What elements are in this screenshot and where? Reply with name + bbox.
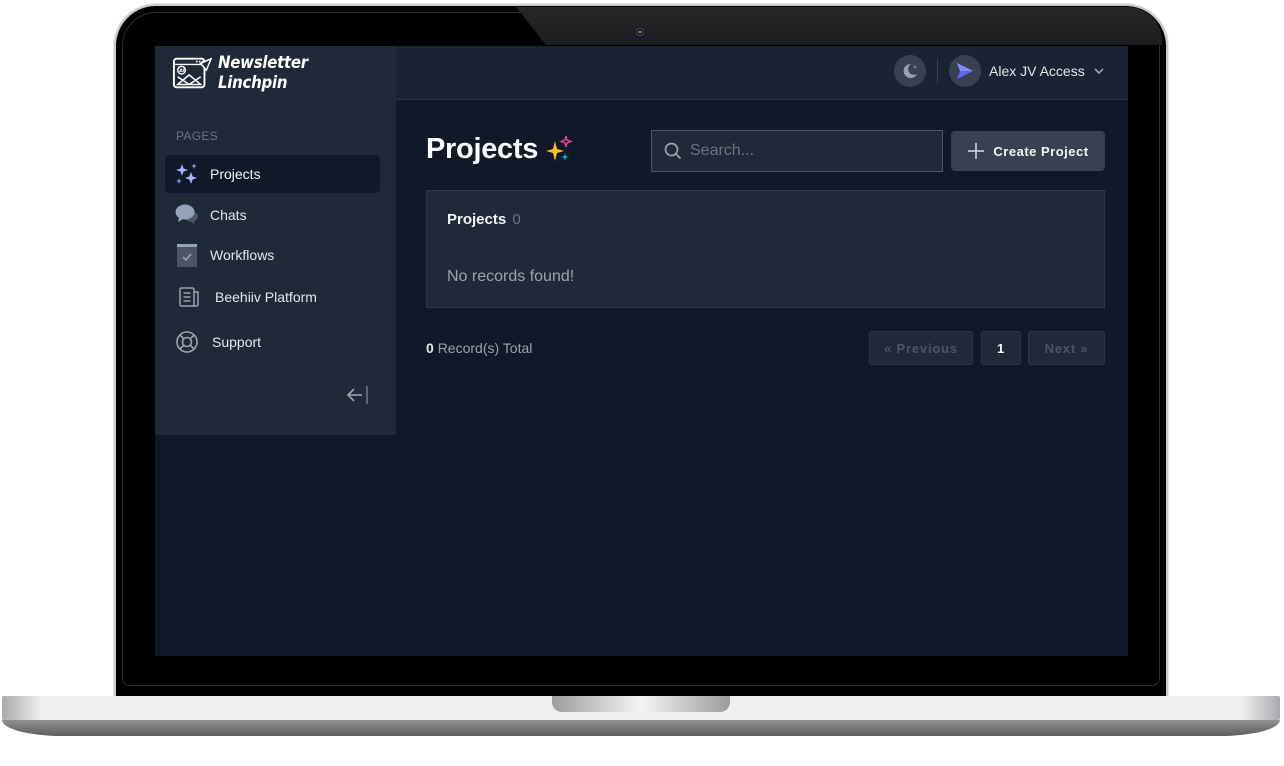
records-count: 0 <box>426 340 434 356</box>
theme-toggle-button[interactable] <box>894 55 926 87</box>
previous-page-button[interactable]: « Previous <box>869 331 973 365</box>
user-name: Alex JV Access <box>989 63 1085 79</box>
camera-icon <box>636 28 644 36</box>
records-total: 0 Record(s) Total <box>426 340 532 356</box>
sidebar-item-label: Beehiiv Platform <box>215 288 317 305</box>
svg-text:AI: AI <box>179 68 185 74</box>
sidebar: AI Newsletter Linchpin PAGES Projects Ch… <box>155 46 396 435</box>
brand[interactable]: AI Newsletter Linchpin <box>155 46 396 100</box>
pages-section-label: PAGES <box>176 129 218 143</box>
sidebar-item-label: Support <box>212 333 262 350</box>
sidebar-item-label: Chats <box>210 206 247 223</box>
records-label: Record(s) Total <box>437 340 533 356</box>
chevron-down-icon <box>1094 68 1104 75</box>
avatar <box>949 55 981 87</box>
next-page-button[interactable]: Next » <box>1028 331 1105 365</box>
plus-icon <box>968 143 985 159</box>
sidebar-item-label: Projects <box>210 166 261 182</box>
sidebar-item-projects[interactable]: Projects <box>165 155 380 193</box>
sidebar-item-support[interactable]: Support <box>165 322 380 362</box>
projects-count: 0 <box>512 211 521 228</box>
sidebar-item-label: Workflows <box>210 247 275 263</box>
laptop-notch <box>552 696 730 712</box>
sidebar-item-beehiiv-platform[interactable]: Beehiiv Platform <box>165 277 380 317</box>
newsletter-logo-icon: AI <box>172 57 213 89</box>
laptop-base-bottom <box>2 720 1280 736</box>
projects-card-title: Projects 0 <box>447 211 521 228</box>
page-title-text: Projects <box>426 133 539 165</box>
clipboard-check-icon <box>175 243 199 267</box>
page-1-button[interactable]: 1 <box>981 331 1021 365</box>
brand-name: Newsletter Linchpin <box>218 53 308 93</box>
paper-plane-icon <box>957 63 973 79</box>
bezel-glare <box>516 7 1162 45</box>
topbar-divider <box>937 59 938 83</box>
sparkles-icon <box>546 135 573 161</box>
create-project-label: Create Project <box>993 143 1089 159</box>
topbar: Alex JV Access <box>396 46 1128 100</box>
collapse-sidebar-button[interactable] <box>345 384 371 406</box>
projects-card: Projects 0 No records found! <box>426 190 1105 308</box>
sparkles-icon <box>175 162 199 186</box>
newspaper-icon <box>177 285 201 309</box>
moon-icon <box>903 63 917 78</box>
card-title-text: Projects <box>447 211 507 228</box>
user-menu[interactable]: Alex JV Access <box>949 54 1105 88</box>
sidebar-item-workflows[interactable]: Workflows <box>165 236 380 274</box>
chat-bubbles-icon <box>175 203 199 227</box>
app-screen: AI Newsletter Linchpin PAGES Projects Ch… <box>155 46 1128 656</box>
empty-state-message: No records found! <box>447 268 575 285</box>
search-icon <box>664 142 682 160</box>
search-input[interactable] <box>690 142 930 160</box>
create-project-button[interactable]: Create Project <box>951 131 1105 171</box>
lifebuoy-icon <box>175 330 199 354</box>
page-title: Projects <box>426 133 574 166</box>
search-field[interactable] <box>651 130 943 172</box>
sidebar-item-chats[interactable]: Chats <box>165 196 380 234</box>
sidebar-nav: Projects Chats Workflows Beehiiv Platfor… <box>165 155 380 364</box>
arrow-left-bar-icon <box>346 386 368 404</box>
